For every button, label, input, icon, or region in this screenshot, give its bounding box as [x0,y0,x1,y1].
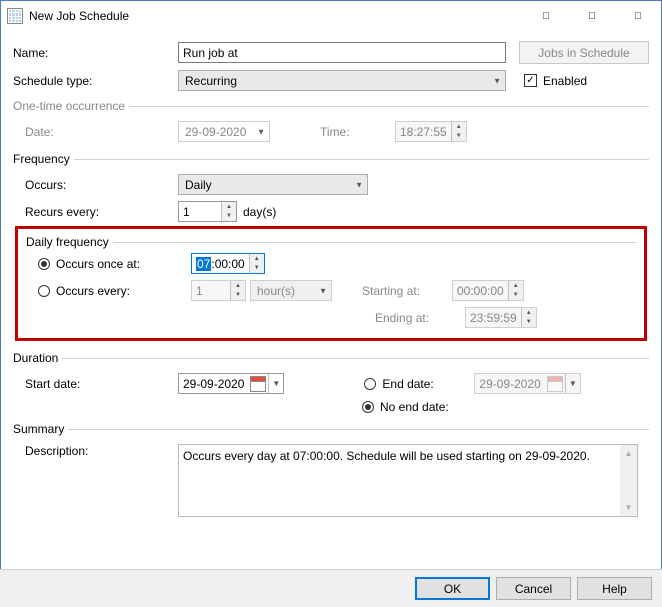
chevron-up-icon: ▲ [620,445,637,462]
schedule-type-value: Recurring [185,74,237,88]
onetime-time-value: 18:27:55 [396,122,451,141]
schedule-type-select[interactable]: Recurring ▼ [178,70,506,91]
cancel-button[interactable]: Cancel [496,577,571,600]
every-value: 1 [192,281,230,300]
end-date-field: 29-09-2020 ▼ [474,373,580,394]
ok-button[interactable]: OK [415,577,490,600]
recurs-spinner[interactable]: 1 ▲▼ [178,201,237,222]
check-icon: ✓ [524,74,537,87]
enabled-label: Enabled [543,74,587,88]
end-date-value: 29-09-2020 [475,377,544,391]
chevron-down-icon: ▼ [222,212,236,222]
chevron-up-icon: ▲ [250,254,264,264]
daily-legend: Daily frequency [26,235,113,249]
chevron-down-icon: ▼ [319,286,327,295]
end-date-radio[interactable]: End date: [364,377,474,391]
frequency-legend: Frequency [13,152,74,166]
ending-at-spinner: 23:59:59 ▲▼ [465,307,537,328]
summary-legend: Summary [13,422,68,436]
scrollbar[interactable]: ▲ ▼ [620,445,637,516]
every-unit-value: hour(s) [257,284,295,298]
onetime-date-label: Date: [25,125,178,139]
chevron-up-icon: ▲ [522,308,536,318]
maximize-button[interactable]:  [569,1,615,31]
starting-at-spinner: 00:00:00 ▲▼ [452,280,524,301]
chevron-up-icon: ▲ [509,281,523,291]
chevron-down-icon: ▼ [509,291,523,301]
help-button[interactable]: Help [577,577,652,600]
starting-at-label: Starting at: [362,284,452,298]
onetime-time-spinner: 18:27:55 ▲▼ [395,121,467,142]
occurs-every-spinner: 1 ▲▼ [191,280,246,301]
ending-at-value: 23:59:59 [466,308,521,327]
occurs-once-label: Occurs once at: [56,257,140,271]
onetime-time-label: Time: [320,125,395,139]
chevron-down-icon: ▼ [565,374,580,393]
name-label: Name: [13,46,178,60]
start-date-label: Start date: [25,377,178,391]
chevron-up-icon: ▲ [222,202,236,212]
window-title: New Job Schedule [29,9,523,23]
no-end-date-label: No end date: [380,400,449,414]
description-value: Occurs every day at 07:00:00. Schedule w… [183,449,590,463]
once-rest: :00:00 [211,257,244,271]
chevron-down-icon: ▼ [493,76,501,85]
no-end-date-radio[interactable]: No end date: [362,400,449,414]
radio-on-icon [362,401,374,413]
recurs-unit: day(s) [243,205,276,219]
occurs-once-time[interactable]: 07:00:00 ▲▼ [191,253,265,274]
minimize-button[interactable]:  [523,1,569,31]
description-label: Description: [25,444,178,458]
starting-at-value: 00:00:00 [453,281,508,300]
chevron-up-icon: ▲ [231,281,245,291]
onetime-legend: One-time occurrence [13,99,129,113]
description-textarea[interactable]: Occurs every day at 07:00:00. Schedule w… [178,444,638,517]
occurs-every-label: Occurs every: [56,284,130,298]
chevron-down-icon: ▼ [257,127,265,136]
occurs-every-radio[interactable]: Occurs every: [38,284,191,298]
chevron-down-icon: ▼ [452,132,466,142]
radio-off-icon [38,285,50,297]
chevron-down-icon: ▼ [268,374,283,393]
app-icon [7,8,23,24]
chevron-down-icon: ▼ [522,318,536,328]
radio-on-icon [38,258,50,270]
dialog-button-bar: OK Cancel Help [0,569,662,607]
occurs-select[interactable]: Daily ▼ [178,174,368,195]
start-date-field[interactable]: 29-09-2020 ▼ [178,373,284,394]
calendar-icon [547,376,563,392]
occurs-once-radio[interactable]: Occurs once at: [38,257,191,271]
every-unit-select: hour(s) ▼ [250,280,332,301]
chevron-down-icon: ▼ [250,264,264,274]
jobs-in-schedule-button: Jobs in Schedule [519,41,649,64]
recurs-value: 1 [179,202,221,221]
daily-frequency-highlight: Daily frequency Occurs once at: 07:00:00… [15,226,647,341]
close-button[interactable]:  [615,1,661,31]
schedule-type-label: Schedule type: [13,74,178,88]
enabled-checkbox[interactable]: ✓ Enabled [524,74,587,88]
once-hh: 07 [196,257,211,271]
duration-legend: Duration [13,351,62,365]
occurs-label: Occurs: [25,178,178,192]
chevron-up-icon: ▲ [452,122,466,132]
title-bar: New Job Schedule    [1,1,661,31]
end-date-label: End date: [382,377,433,391]
occurs-value: Daily [185,178,212,192]
recurs-label: Recurs every: [25,205,178,219]
name-input[interactable] [178,42,506,63]
chevron-down-icon: ▼ [231,291,245,301]
chevron-down-icon: ▼ [355,180,363,189]
chevron-down-icon: ▼ [620,499,637,516]
onetime-date-value: 29-09-2020 [185,125,246,139]
ending-at-label: Ending at: [375,311,465,325]
start-date-value: 29-09-2020 [179,377,248,391]
calendar-icon [250,376,266,392]
radio-off-icon [364,378,376,390]
